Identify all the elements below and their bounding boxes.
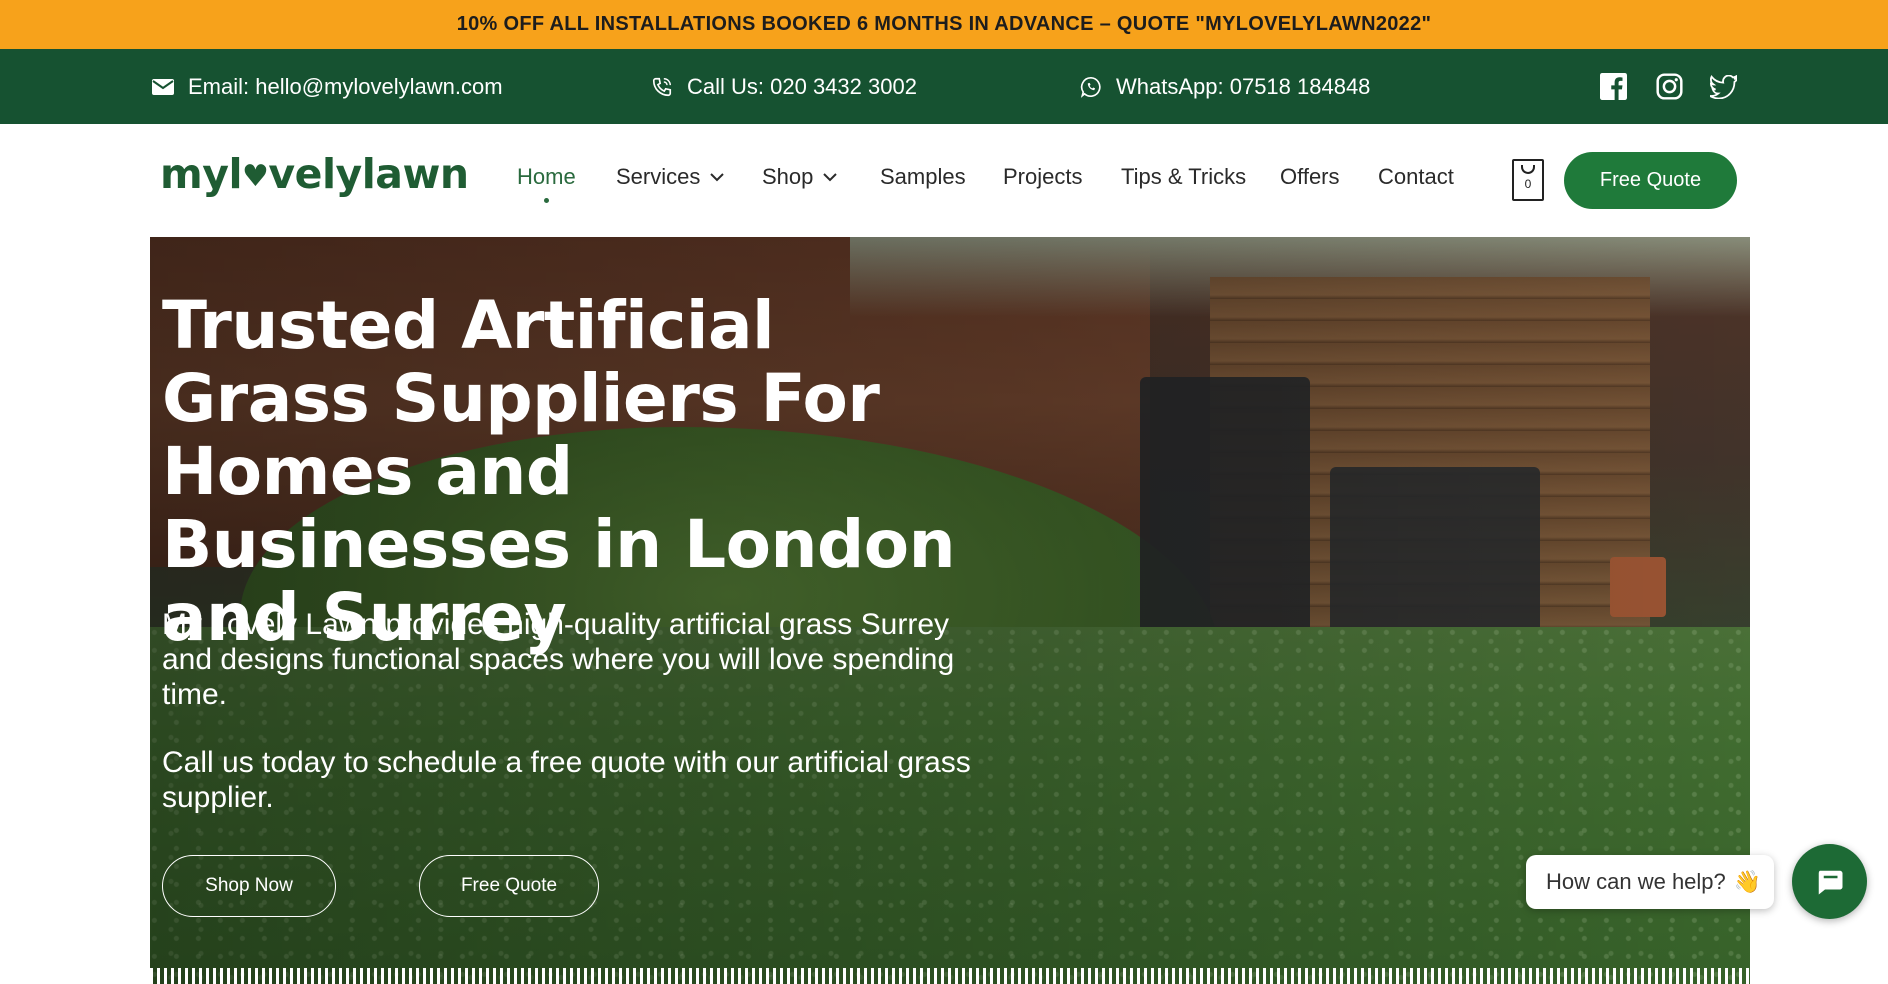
twitter-icon — [1710, 74, 1737, 99]
email-text: Email: hello@mylovelylawn.com — [188, 73, 503, 99]
hero-free-quote-button[interactable]: Free Quote — [419, 855, 599, 917]
promo-banner: 10% OFF ALL INSTALLATIONS BOOKED 6 MONTH… — [0, 0, 1888, 49]
nav-projects[interactable]: Projects — [1003, 164, 1082, 190]
chat-prompt-text: How can we help? — [1546, 869, 1726, 894]
chevron-down-icon — [823, 172, 838, 181]
hero-description: My Lovely Lawn provides high-quality art… — [162, 608, 955, 711]
grass-divider — [150, 968, 1750, 984]
nav-tips-label: Tips & Tricks — [1121, 164, 1247, 189]
site-header: myl♥velylawn Home Services Shop Samples … — [0, 124, 1888, 237]
phone-icon — [652, 77, 672, 96]
email-link[interactable]: Email: hello@mylovelylawn.com — [152, 49, 503, 124]
nav-services[interactable]: Services — [616, 164, 725, 190]
contact-bar: Email: hello@mylovelylawn.com Call Us: 0… — [0, 49, 1888, 124]
chat-launcher-button[interactable] — [1792, 844, 1867, 919]
bag-icon — [1521, 165, 1535, 174]
nav-contact-label: Contact — [1378, 164, 1454, 189]
free-quote-button[interactable]: Free Quote — [1564, 152, 1737, 209]
nav-projects-label: Projects — [1003, 164, 1083, 189]
nav-samples-label: Samples — [880, 164, 966, 189]
whatsapp-text: WhatsApp: 07518 184848 — [1116, 73, 1371, 99]
shop-now-button[interactable]: Shop Now — [162, 855, 336, 917]
nav-tips[interactable]: Tips & Tricks — [1121, 164, 1246, 190]
nav-shop-label: Shop — [762, 164, 814, 189]
twitter-link[interactable] — [1710, 49, 1737, 124]
nav-contact[interactable]: Contact — [1378, 164, 1454, 190]
site-logo[interactable]: myl♥velylawn — [160, 154, 469, 195]
chat-icon — [1818, 870, 1842, 894]
nav-offers[interactable]: Offers — [1280, 164, 1340, 190]
nav-home[interactable]: Home — [517, 164, 576, 190]
waving-hand-icon: 👋 — [1733, 869, 1762, 894]
nav-offers-label: Offers — [1280, 164, 1340, 189]
nav-home-label: Home — [517, 164, 576, 189]
envelope-icon — [152, 78, 174, 95]
nav-services-label: Services — [616, 164, 701, 189]
hero-title: Trusted Artificial Grass Suppliers For H… — [162, 287, 956, 656]
logo-text-start: myl — [160, 150, 243, 198]
logo-text-end: velylawn — [268, 150, 469, 198]
hero-cta-text: Call us today to schedule a free quote w… — [162, 746, 971, 814]
phone-text: Call Us: 020 3432 3002 — [687, 73, 917, 99]
nav-shop[interactable]: Shop — [762, 164, 838, 190]
heart-icon: ♥ — [242, 159, 269, 194]
instagram-link[interactable] — [1656, 49, 1683, 124]
facebook-icon — [1600, 73, 1627, 100]
chat-prompt[interactable]: How can we help? 👋 — [1526, 855, 1774, 909]
phone-link[interactable]: Call Us: 020 3432 3002 — [651, 49, 917, 124]
instagram-icon — [1656, 73, 1683, 100]
whatsapp-link[interactable]: WhatsApp: 07518 184848 — [1080, 49, 1370, 124]
nav-samples[interactable]: Samples — [880, 164, 966, 190]
whatsapp-icon — [1080, 76, 1101, 98]
facebook-link[interactable] — [1600, 49, 1627, 124]
chevron-down-icon — [710, 172, 725, 181]
hero-section: Trusted Artificial Grass Suppliers For H… — [150, 237, 1750, 984]
active-indicator — [544, 198, 549, 203]
cart-button[interactable]: 0 — [1512, 159, 1544, 201]
cart-count: 0 — [1524, 177, 1532, 191]
promo-text: 10% OFF ALL INSTALLATIONS BOOKED 6 MONTH… — [456, 13, 1432, 35]
